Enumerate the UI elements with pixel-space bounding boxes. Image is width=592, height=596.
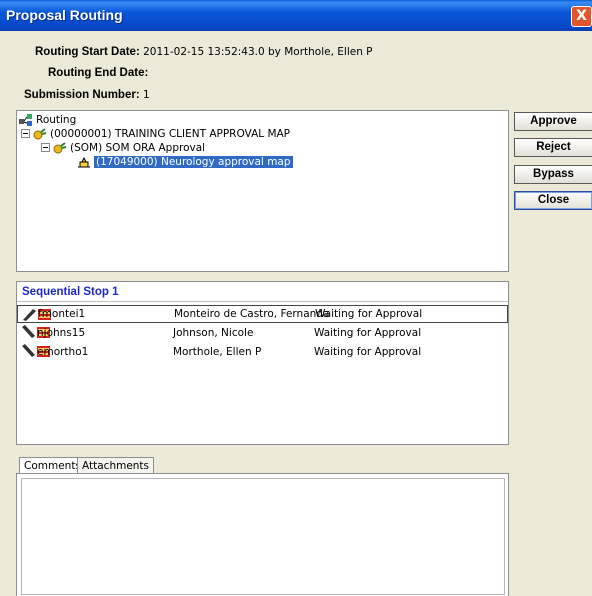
reject-button[interactable]: Reject: [514, 138, 592, 157]
approver-id: fmontei1: [38, 308, 86, 320]
routing-tree-panel[interactable]: Routing (00000001) TRAINING CLIENT APPRO…: [16, 110, 509, 272]
sequential-stop-title: Sequential Stop 1: [22, 286, 119, 298]
tree-root-label: Routing: [36, 114, 77, 126]
submission-value: 1: [143, 89, 150, 101]
approver-status: Waiting for Approval: [314, 327, 422, 339]
tree-node-level1[interactable]: (00000001) TRAINING CLIENT APPROVAL MAP: [21, 127, 290, 141]
approver-name: Morthole, Ellen P: [173, 346, 262, 358]
comments-textarea[interactable]: [21, 478, 505, 595]
approver-row[interactable]: njohns15 Johnson, Nicole Waiting for App…: [17, 324, 508, 342]
tree-root[interactable]: Routing: [19, 113, 76, 127]
approver-name: Monteiro de Castro, Fernanda: [174, 308, 330, 320]
tree-node-level3-label: (17049000) Neurology approval map: [94, 156, 293, 168]
tree-node-level1-label: (00000001) TRAINING CLIENT APPROVAL MAP: [50, 128, 291, 140]
close-window-button[interactable]: X: [571, 6, 592, 27]
approver-id: emortho1: [37, 346, 89, 358]
collapse-toggle-icon[interactable]: [41, 142, 50, 154]
approval-map-icon: [53, 142, 67, 154]
approver-row[interactable]: fmontei1 Monteiro de Castro, Fernanda Wa…: [17, 305, 508, 323]
tab-attachments[interactable]: Attachments: [77, 457, 155, 474]
bypass-button[interactable]: Bypass: [514, 165, 592, 184]
tab-content-panel: [16, 473, 509, 596]
tree-node-level2-label: (SOM) SOM ORA Approval: [70, 142, 206, 154]
stop-divider: [17, 301, 508, 302]
close-button[interactable]: Close: [514, 191, 592, 210]
approver-status: Waiting for Approval: [315, 308, 423, 320]
approver-row[interactable]: emortho1 Morthole, Ellen P Waiting for A…: [17, 343, 508, 361]
routing-start-label: Routing Start Date:: [35, 46, 140, 58]
collapse-toggle-icon[interactable]: [21, 128, 30, 140]
tree-node-level2[interactable]: (SOM) SOM ORA Approval: [41, 141, 205, 155]
title-bar[interactable]: Proposal Routing X: [0, 0, 592, 31]
submission-label: Submission Number:: [24, 89, 140, 101]
routing-end-line: Routing End Date:: [48, 67, 148, 79]
stop-node-icon: [77, 156, 91, 168]
routing-map-icon: [19, 114, 33, 126]
submission-line: Submission Number: 1: [24, 89, 150, 101]
approver-status: Waiting for Approval: [314, 346, 422, 358]
approver-id: njohns15: [37, 327, 86, 339]
tree-node-level3[interactable]: (17049000) Neurology approval map: [77, 155, 293, 169]
routing-start-value: 2011-02-15 13:52:43.0 by Morthole, Ellen…: [143, 46, 373, 58]
window-title: Proposal Routing: [6, 7, 123, 23]
approval-map-icon: [33, 128, 47, 140]
approve-button[interactable]: Approve: [514, 112, 592, 131]
routing-start-line: Routing Start Date: 2011-02-15 13:52:43.…: [35, 46, 373, 58]
approver-name: Johnson, Nicole: [173, 327, 254, 339]
routing-end-label: Routing End Date:: [48, 67, 149, 79]
